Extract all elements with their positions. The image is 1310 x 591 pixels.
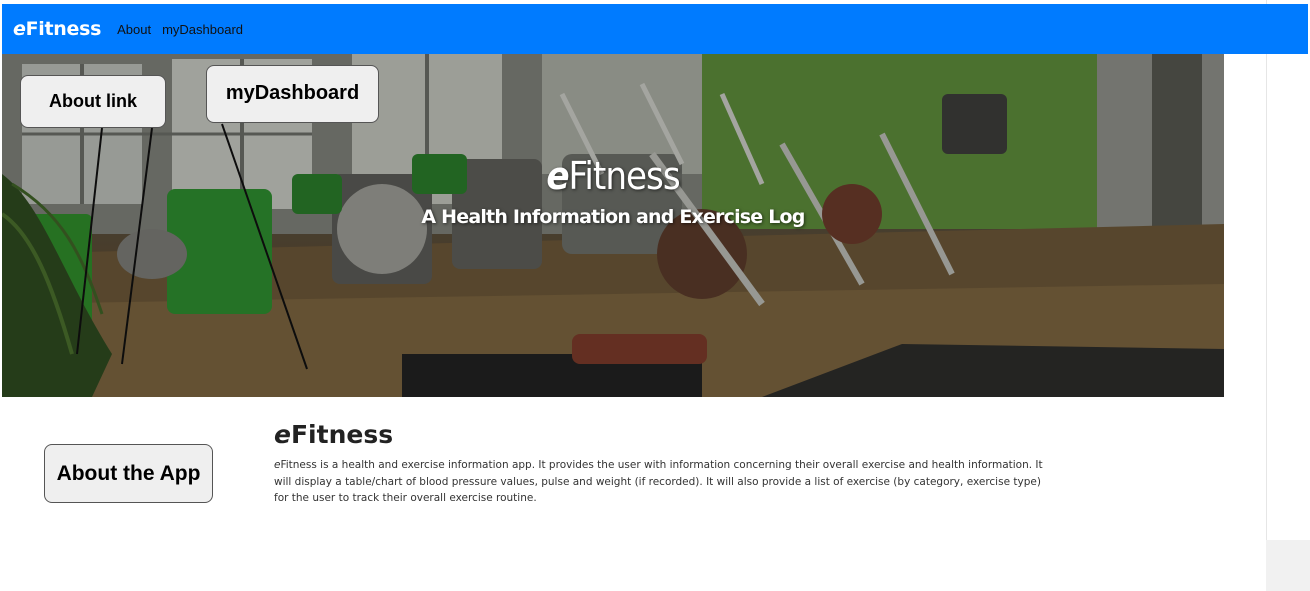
brand-e: e bbox=[13, 18, 26, 40]
scrollbar-area bbox=[1266, 0, 1310, 540]
about-section-title: eFitness bbox=[274, 420, 393, 449]
callout-mydashboard: myDashboard bbox=[206, 65, 379, 123]
nav-about-link[interactable]: About bbox=[117, 22, 151, 37]
page: eFitness About myDashboard eFitness A He… bbox=[0, 0, 1310, 591]
callout-about-the-app: About the App bbox=[44, 444, 213, 503]
brand-text: Fitness bbox=[25, 18, 102, 40]
about-text-body: Fitness is a health and exercise informa… bbox=[274, 459, 1043, 504]
hero-banner: eFitness A Health Information and Exerci… bbox=[2, 54, 1224, 397]
hero-title: eFitness bbox=[2, 154, 1224, 198]
about-title-text: Fitness bbox=[290, 420, 394, 449]
hero-title-text: Fitness bbox=[568, 154, 681, 198]
nav-mydashboard-link[interactable]: myDashboard bbox=[162, 22, 243, 37]
about-section-description: eFitness is a health and exercise inform… bbox=[274, 457, 1044, 507]
hero-title-e: e bbox=[546, 154, 569, 198]
about-title-e: e bbox=[274, 420, 291, 449]
brand-logo-link[interactable]: eFitness bbox=[13, 18, 101, 40]
top-navbar: eFitness About myDashboard bbox=[2, 4, 1308, 54]
hero-subtitle: A Health Information and Exercise Log bbox=[421, 206, 805, 228]
callout-about-link: About link bbox=[20, 75, 166, 128]
